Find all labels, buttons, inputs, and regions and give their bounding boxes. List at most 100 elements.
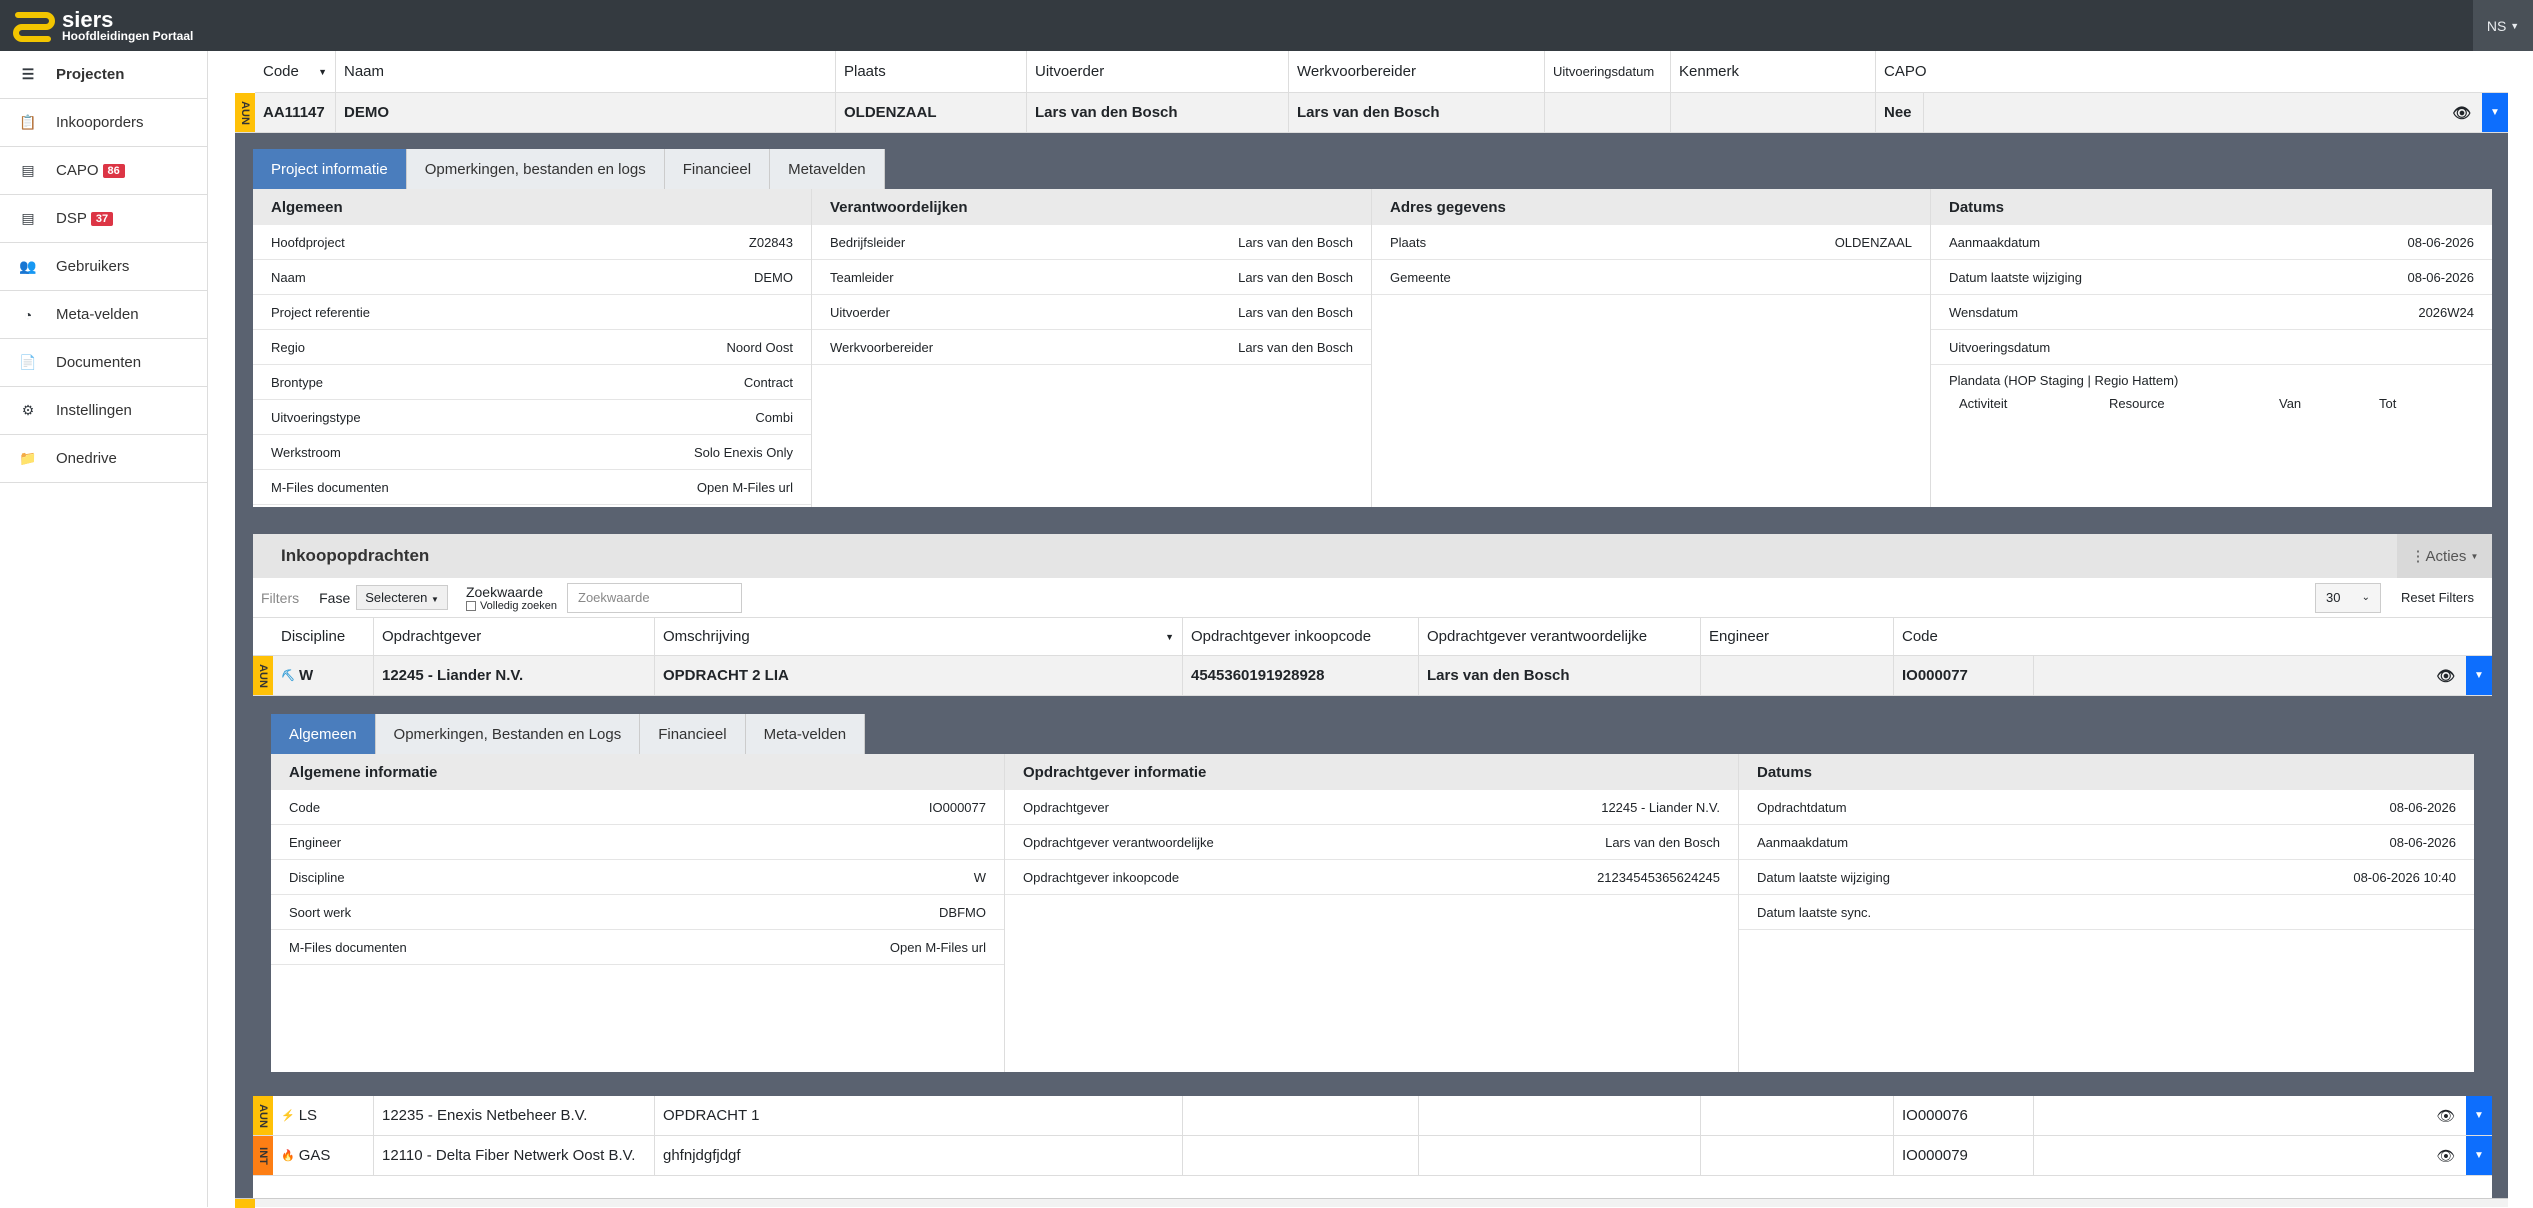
tab-meta-velden[interactable]: Meta-velden (745, 714, 866, 754)
status-tag: INT (253, 1136, 273, 1175)
volledig-checkbox[interactable] (465, 600, 476, 611)
mfiles-link[interactable]: Open M-Files url (890, 940, 986, 955)
user-menu[interactable]: NS ▼ (2473, 0, 2533, 51)
sidebar-item-meta-velden[interactable]: ◔ Meta-velden (0, 291, 207, 339)
field-row: Opdrachtgever inkoopcode 2123454536562424… (1005, 860, 1738, 895)
tab-metavelden[interactable]: Metavelden (770, 149, 885, 189)
cell-naam: DEMO (336, 93, 836, 132)
col-label: Uitvoeringsdatum (1553, 64, 1655, 79)
cell-og: 12245 - Liander N.V. (374, 656, 655, 695)
col-header-capo[interactable]: CAPO (1876, 51, 1976, 93)
sidebar-item-capo[interactable]: ▤ CAPO 86 (0, 147, 207, 195)
col-header-opdrachtgever[interactable]: Opdrachtgever (374, 618, 655, 655)
sidebar-item-label: Instellingen (56, 402, 132, 419)
row-dropdown-button[interactable]: ▼ (2466, 656, 2492, 695)
col-header-naam[interactable]: Naam (336, 50, 836, 93)
field-value: 08-06-2026 (2389, 834, 2457, 850)
table-row[interactable]: AUN ⚡ LS 12235 - Enexis Netbeheer B.V. OPDRA… (253, 1096, 2492, 1136)
eye-icon[interactable]: 👁 (2426, 656, 2466, 695)
field-row: Project referentie (253, 295, 811, 330)
tab-financieel[interactable]: Financieel (664, 149, 771, 189)
col-header-uitvoeringsdatum[interactable]: Uitvoeringsdatum (1545, 50, 1671, 93)
field-value: 21234545365624245 (1597, 869, 1720, 885)
zoek-placeholder: Zoekwaarde (578, 590, 650, 605)
sidebar-item-documenten[interactable]: 📄 Documenten (0, 339, 207, 387)
col-header-verantwoordelijke[interactable]: Opdrachtgever verantwoordelijke (1419, 618, 1701, 655)
col-header-engineer[interactable]: Engineer (1701, 618, 1894, 655)
fase-select[interactable]: Selecteren ▼ (356, 585, 448, 610)
brand-logo[interactable]: siers Hoofdleidingen Portaal (10, 8, 193, 43)
cell-ver: Lars van den Bosch (1419, 656, 1701, 695)
col-header-inkoopcode[interactable]: Opdrachtgever inkoopcode (1183, 618, 1419, 655)
col-header-code[interactable]: Code (1894, 618, 2034, 655)
col-header-omschrijving[interactable]: Omschrijving ▼ (655, 618, 1183, 655)
col-header-werkvoorbereider[interactable]: Werkvoorbereider (1289, 50, 1545, 93)
sidebar-item-inkooporders[interactable]: 📋 Inkooporders (0, 99, 207, 147)
col-header-kenmerk[interactable]: Kenmerk (1671, 50, 1876, 93)
tab-algemeen[interactable]: Algemeen (271, 714, 376, 754)
row-dropdown-button[interactable]: ▼ (2482, 93, 2508, 132)
order-datums-section: Datums Opdrachtdatum 08-06-2026 Aanmaakdatu… (1739, 754, 2474, 1072)
sidebar-item-projecten[interactable]: ☰ Projecten (0, 51, 207, 99)
cell-code: IO000077 (1894, 656, 2034, 695)
tab-opmerkingen[interactable]: Opmerkingen, Bestanden en Logs (375, 714, 641, 754)
status-tag-label: INT (256, 1146, 269, 1165)
field-value: Contract (743, 374, 793, 390)
cell-ver (1419, 1096, 1701, 1135)
project-row[interactable]: AUN AA11147 DEMO OLDENZAAL Lars van den … (235, 93, 2508, 133)
field-row: Code IO000077 (271, 790, 1004, 825)
col-label: Uitvoerder (1035, 63, 1105, 80)
verantwoordelijken-section: Verantwoordelijken Bedrijfsleider Lars van… (812, 189, 1372, 507)
acties-button[interactable]: ⋮ Acties ▼ (2397, 534, 2492, 578)
row-dropdown-button[interactable]: ▼ (2466, 1136, 2492, 1175)
zoek-input[interactable]: Zoekwaarde (567, 582, 743, 613)
table-row[interactable]: AUN ⛏ W 12245 - Liander N.V. OPDRACHT 2 LIA 4… (253, 656, 2492, 696)
eye-icon[interactable]: 👁 (2426, 1096, 2466, 1135)
sidebar-item-instellingen[interactable]: ⚙ Instellingen (0, 387, 207, 435)
sidebar-item-gebruikers[interactable]: 👥 Gebruikers (0, 243, 207, 291)
gauge-icon: ◔ (23, 306, 33, 323)
page-size-select[interactable]: 30 ⌄ (2315, 582, 2382, 613)
sidebar-item-dsp[interactable]: ▤ DSP 37 (0, 195, 207, 243)
next-project-row[interactable] (235, 1198, 2508, 1208)
field-label: Hoofdproject (271, 234, 345, 250)
sidebar-item-label: Projecten (56, 66, 125, 83)
table-row[interactable]: INT 🔥 GAS 12110 - Delta Fiber Netwerk Oost … (253, 1136, 2492, 1176)
field-value: DBFMO (939, 904, 986, 920)
field-value: Lars van den Bosch (1605, 834, 1720, 850)
cell-eng (1701, 656, 1894, 695)
tab-opmerkingen[interactable]: Opmerkingen, bestanden en logs (406, 149, 665, 189)
field-row: M-Files documenten Open M-Files url (253, 470, 811, 505)
tab-project-informatie[interactable]: Project informatie (253, 149, 407, 189)
field-label: Engineer (289, 834, 342, 850)
col-header-discipline[interactable]: Discipline (273, 618, 374, 655)
volledig-label: Volledig zoeken (479, 599, 558, 612)
sidebar-item-label: Inkooporders (56, 114, 144, 131)
discipline-icon: ⛏ (281, 670, 295, 682)
plandata: Plandata (HOP Staging | Regio Hattem) Act… (1931, 365, 2492, 419)
cell-code: IO000076 (1894, 1096, 2034, 1135)
field-value: Noord Oost (726, 339, 793, 355)
field-row: Plaats OLDENZAAL (1372, 225, 1930, 260)
field-label: Datum laatste sync. (1757, 904, 1872, 920)
field-value: DEMO (754, 269, 793, 285)
tab-financieel[interactable]: Financieel (640, 714, 746, 754)
col-header-code[interactable]: Code ▼ (255, 50, 336, 93)
eye-icon[interactable]: 👁 (2442, 93, 2482, 132)
sidebar-item-onedrive[interactable]: 📁 Onedrive (0, 435, 207, 483)
reset-filters-button[interactable]: Reset Filters (2391, 583, 2484, 613)
opdrachtgever-section: Opdrachtgever informatie Opdrachtgever 122… (1005, 754, 1739, 1072)
plandata-col: Resource (2109, 396, 2165, 411)
mfiles-link[interactable]: Open M-Files url (697, 480, 793, 495)
field-row: Uitvoerder Lars van den Bosch (812, 295, 1371, 330)
col-label: Kenmerk (1679, 63, 1740, 80)
eye-icon[interactable]: 👁 (2426, 1136, 2466, 1175)
list-icon: ☰ (21, 66, 35, 82)
col-header-uitvoerder[interactable]: Uitvoerder (1027, 50, 1289, 93)
field-row: Opdrachtgever 12245 - Liander N.V. (1005, 790, 1738, 825)
row-dropdown-button[interactable]: ▼ (2466, 1096, 2492, 1135)
field-value: W (973, 869, 986, 885)
status-tag: AUN (253, 656, 273, 695)
col-header-plaats[interactable]: Plaats (836, 50, 1027, 93)
field-label: Wensdatum (1949, 304, 2019, 320)
